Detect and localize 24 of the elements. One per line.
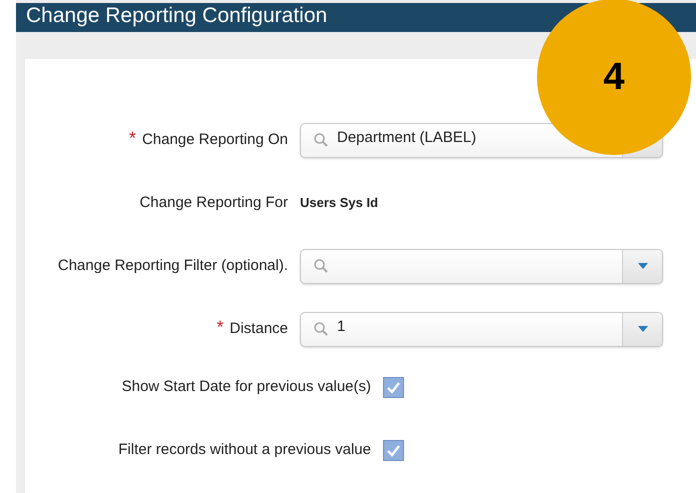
search-icon (313, 258, 329, 274)
window-title: Change Reporting Configuration (26, 3, 328, 29)
lookup-field[interactable]: 1 (300, 312, 663, 346)
search-icon (313, 321, 329, 337)
field-label: Change Reporting On (142, 130, 288, 150)
checkbox[interactable] (383, 376, 404, 398)
check-icon (386, 380, 401, 394)
dropdown-button[interactable] (622, 312, 662, 346)
field-label: Change Reporting Filter (optional). (58, 256, 288, 276)
check-icon (386, 444, 401, 456)
field-value: Users Sys Id (300, 194, 378, 212)
field-label: Change Reporting For (140, 192, 288, 213)
search-icon (313, 132, 329, 148)
checkbox-label: Show Start Date for previous value(s) (122, 376, 371, 397)
required-mark: * (216, 318, 224, 336)
field-value: Department (LABEL) (337, 128, 476, 148)
lookup-field[interactable] (300, 248, 663, 284)
checkbox[interactable] (383, 440, 404, 460)
field-value: 1 (337, 316, 346, 337)
required-mark: * (129, 128, 136, 147)
checkbox-label: Filter records without a previous value (118, 440, 371, 460)
step-number: 4 (603, 54, 625, 100)
dropdown-button[interactable] (622, 250, 662, 282)
field-label: Distance (230, 318, 288, 339)
